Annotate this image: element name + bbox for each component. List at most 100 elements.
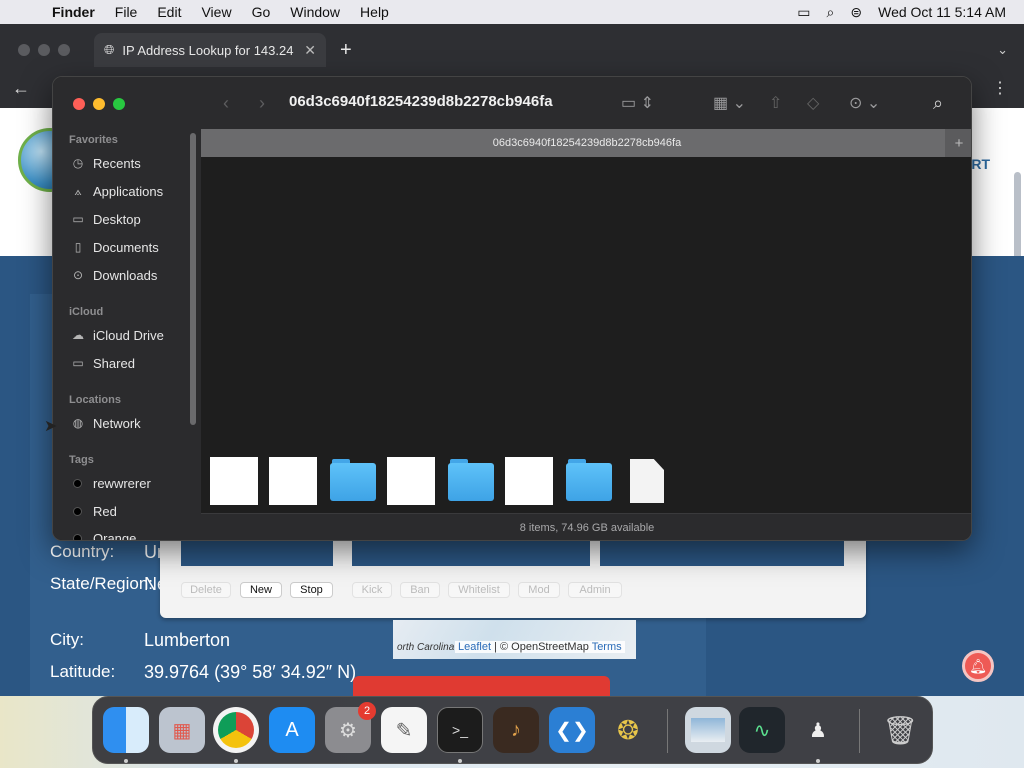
folder-item[interactable] — [566, 459, 614, 503]
new-button[interactable]: New — [240, 582, 282, 598]
figure-app-icon[interactable]: ♟ — [795, 707, 841, 753]
notification-badge: 2 — [358, 702, 376, 720]
menu-edit[interactable]: Edit — [147, 4, 191, 20]
running-indicator — [234, 759, 238, 763]
notification-bell-icon[interactable]: 🔔︎ — [962, 650, 994, 682]
menu-clock[interactable]: Wed Oct 11 5:14 AM — [878, 4, 1006, 20]
new-finder-tab-button[interactable]: + — [945, 129, 971, 157]
new-tab-button[interactable]: + — [340, 39, 352, 62]
map-strip[interactable]: orth Carolina Leaflet | © OpenStreetMap … — [393, 620, 636, 659]
list-box[interactable] — [181, 540, 333, 566]
sidebar-item-recents[interactable]: ◷ Recents — [71, 153, 141, 173]
sidebar-tag-rewwrerer[interactable]: rewwrerer — [71, 473, 151, 493]
sidebar-item-desktop[interactable]: ▭ Desktop — [71, 209, 140, 229]
back-chevron-icon[interactable]: ‹ — [223, 77, 229, 129]
info-value: Lumberton — [144, 630, 231, 650]
menu-app-finder[interactable]: Finder — [42, 4, 105, 20]
sidebar-item-label: Shared — [93, 355, 135, 371]
dock-separator — [859, 709, 860, 753]
finder-content-area[interactable] — [201, 157, 971, 513]
zoom-window-icon[interactable] — [113, 98, 125, 110]
dock-separator — [667, 709, 668, 753]
check-blacklist-button[interactable] — [353, 676, 610, 696]
back-arrow-icon[interactable]: ← — [12, 78, 30, 99]
sidebar-item-shared[interactable]: ▭ Shared — [71, 353, 135, 373]
list-box[interactable] — [352, 540, 590, 566]
browser-tab[interactable]: 🌐︎ IP Address Lookup for 143.24 ✕ — [94, 33, 326, 67]
spotlight-search-icon[interactable]: ⌕ — [827, 4, 835, 21]
admin-button[interactable]: Admin — [568, 582, 622, 598]
menu-go[interactable]: Go — [242, 4, 281, 20]
sidebar-header-locations: Locations — [69, 394, 121, 406]
app-store-app-icon[interactable]: A — [269, 707, 315, 753]
cyberduck-app-icon[interactable]: ❂ — [605, 707, 651, 753]
trash-icon[interactable]: 🗑︎ — [877, 707, 923, 753]
browser-minimize-icon[interactable] — [38, 44, 50, 56]
folder-item[interactable] — [330, 459, 378, 503]
share-icon[interactable]: ⇧ — [769, 77, 782, 129]
system-settings-app-icon[interactable]: ⚙︎ 2 — [325, 702, 376, 753]
file-item-white[interactable] — [387, 457, 435, 505]
more-menu-icon[interactable]: ⋮ — [992, 78, 1008, 98]
browser-zoom-icon[interactable] — [58, 44, 70, 56]
sidebar-item-documents[interactable]: ▯ Documents — [71, 237, 159, 257]
view-mode-icon[interactable]: ▭ ⇕ — [621, 77, 654, 129]
launchpad-app-icon[interactable]: ▦ — [159, 707, 205, 753]
control-center-icon[interactable]: ⊜ — [850, 4, 862, 21]
search-icon[interactable]: ⌕ — [933, 77, 943, 129]
terms-link[interactable]: Terms — [592, 641, 622, 653]
stop-button[interactable]: Stop — [290, 582, 333, 598]
forward-chevron-icon[interactable]: › — [259, 77, 265, 129]
sidebar-item-label: Recents — [93, 155, 141, 171]
whitelist-button[interactable]: Whitelist — [448, 582, 510, 598]
window-controls — [73, 98, 125, 110]
chrome-app-icon[interactable] — [213, 707, 259, 753]
sidebar-item-applications[interactable]: ⟑ Applications — [71, 181, 163, 201]
applications-icon: ⟑ — [74, 183, 82, 198]
sidebar-item-downloads[interactable]: ⊙ Downloads — [71, 265, 157, 285]
instruments-app-icon[interactable]: ♪ — [493, 707, 539, 753]
sidebar-item-network[interactable]: ◍ Network — [71, 413, 141, 433]
tag-dot-icon — [73, 478, 82, 488]
finder-window: Favorites ◷ Recents ⟑ Applications ▭ Des… — [52, 76, 972, 541]
site-nav-fragment[interactable]: RT — [971, 156, 990, 172]
screen-mirroring-icon[interactable]: ▭ — [797, 4, 810, 21]
sidebar-item-label: Orange — [93, 530, 137, 541]
terminal-app-icon[interactable]: >_ — [437, 707, 483, 753]
folder-item[interactable] — [448, 459, 496, 503]
preview-app-icon[interactable] — [685, 707, 731, 753]
sidebar-tag-orange[interactable]: Orange — [71, 528, 137, 541]
finder-app-icon[interactable] — [103, 707, 149, 753]
sidebar-item-icloud-drive[interactable]: ☁︎ iCloud Drive — [71, 325, 164, 345]
document-file-item[interactable] — [630, 459, 664, 503]
textedit-app-icon[interactable]: ✎ — [381, 707, 427, 753]
download-icon: ⊙ — [72, 268, 84, 282]
action-menu-icon[interactable]: ⊙ ⌄ — [849, 77, 880, 129]
menu-help[interactable]: Help — [350, 4, 399, 20]
browser-close-icon[interactable] — [18, 44, 30, 56]
sidebar-tag-red[interactable]: Red — [71, 501, 117, 521]
tab-search-chevron-icon[interactable]: ⌄ — [997, 42, 1008, 58]
tag-icon[interactable]: ◇ — [807, 77, 819, 129]
mod-button[interactable]: Mod — [518, 582, 560, 598]
vscode-app-icon[interactable]: ❮❯ — [549, 707, 595, 753]
menu-file[interactable]: File — [105, 4, 148, 20]
leaflet-link[interactable]: Leaflet — [458, 641, 491, 653]
tab-close-icon[interactable]: ✕ — [304, 42, 316, 59]
finder-tab-title[interactable]: 06d3c6940f18254239d8b2278cb946fa — [493, 137, 681, 149]
file-item-white[interactable] — [505, 457, 553, 505]
delete-button[interactable]: Delete — [181, 582, 231, 598]
close-window-icon[interactable] — [73, 98, 85, 110]
minimize-window-icon[interactable] — [93, 98, 105, 110]
list-box[interactable] — [600, 540, 844, 566]
menu-view[interactable]: View — [191, 4, 241, 20]
file-item-white[interactable] — [269, 457, 317, 505]
menu-window[interactable]: Window — [280, 4, 350, 20]
activity-monitor-app-icon[interactable]: ∿ — [739, 707, 785, 753]
sidebar-scrollbar[interactable] — [190, 133, 196, 425]
file-item-white[interactable] — [210, 457, 258, 505]
group-by-icon[interactable]: ▦ ⌄ — [713, 77, 746, 129]
ban-button[interactable]: Ban — [400, 582, 440, 598]
kick-button[interactable]: Kick — [352, 582, 392, 598]
document-icon: ▯ — [74, 240, 82, 254]
